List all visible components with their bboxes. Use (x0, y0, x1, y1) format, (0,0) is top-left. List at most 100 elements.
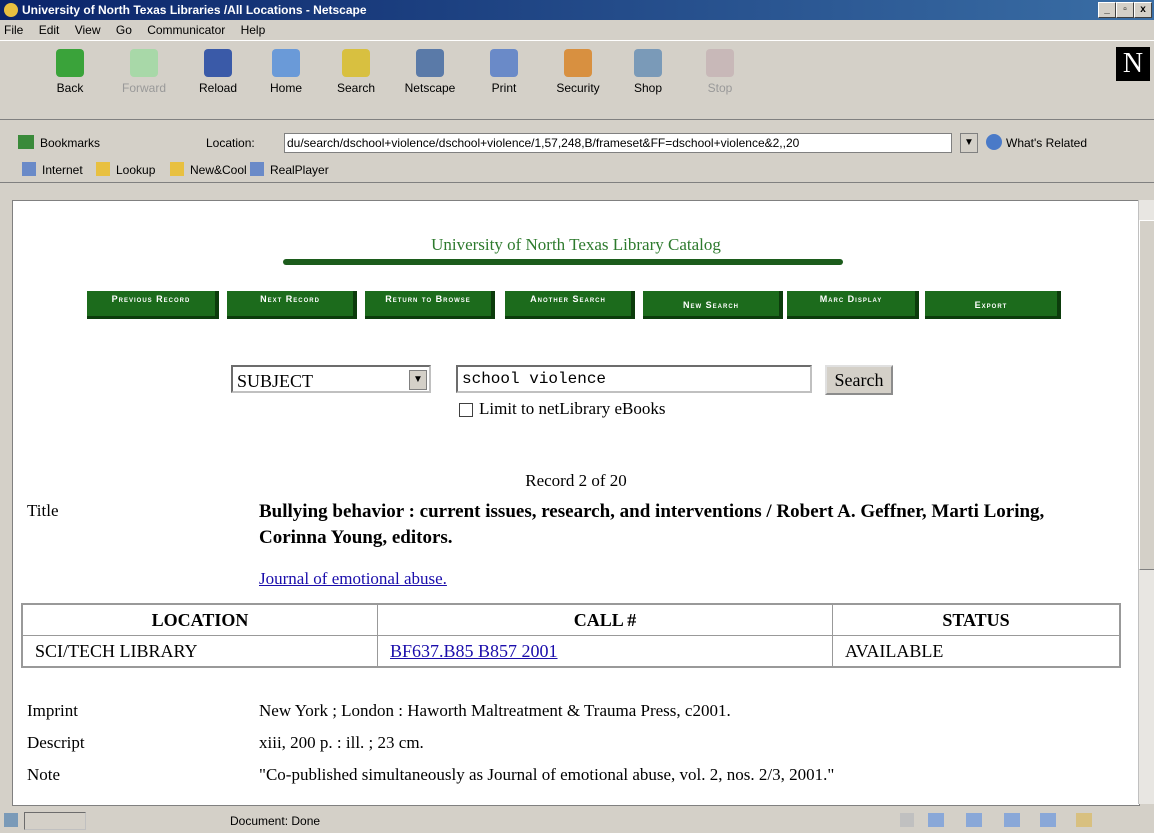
home-label: Home (269, 81, 302, 95)
navigator-icon[interactable] (928, 813, 944, 827)
mail-icon[interactable] (966, 813, 982, 827)
bookmark-page-icon (250, 162, 264, 176)
search-type-select[interactable]: SUBJECT ▼ (231, 365, 431, 393)
holdings-table: LOCATION CALL # STATUS SCI/TECH LIBRARY … (21, 603, 1121, 668)
bookmarks-icon (18, 135, 34, 149)
composer-icon[interactable] (1040, 813, 1056, 827)
globe-icon (986, 134, 1002, 150)
edit-pencil-icon[interactable] (1076, 813, 1092, 827)
previous-record-button[interactable]: Previous Record (87, 291, 219, 319)
scrollbar-thumb[interactable] (1139, 220, 1154, 570)
maximize-button[interactable]: ▫ (1116, 2, 1134, 18)
next-record-button[interactable]: Next Record (227, 291, 357, 319)
descript-value: xiii, 200 p. : ill. ; 23 cm. (259, 733, 424, 752)
search-submit-button[interactable]: Search (825, 365, 893, 395)
printer-icon (490, 49, 518, 77)
whats-related-button[interactable]: What's Related (1006, 136, 1087, 150)
progress-bar (24, 812, 86, 830)
personal-link-internet[interactable]: Internet (42, 163, 83, 177)
back-button[interactable]: Back (40, 49, 100, 119)
catalog-title: University of North Texas Library Catalo… (431, 235, 721, 254)
shopping-bag-icon (634, 49, 662, 77)
padlock-icon (564, 49, 592, 77)
stop-button[interactable]: Stop (690, 49, 750, 119)
url-dropdown-button[interactable]: ▼ (960, 133, 978, 153)
status-bar: Document: Done (0, 808, 1154, 833)
folder-icon (96, 162, 110, 176)
search-query-input[interactable]: school violence (456, 365, 812, 393)
personal-link-realplayer[interactable]: RealPlayer (270, 163, 329, 177)
bookmarks-menu[interactable]: Bookmarks (40, 136, 100, 150)
bookmark-page-icon (22, 162, 36, 176)
security-label: Security (556, 81, 600, 95)
close-button[interactable]: x (1134, 2, 1152, 18)
series-link[interactable]: Journal of emotional abuse. (259, 569, 447, 589)
netscape-label: Netscape (404, 81, 456, 95)
status-text: Document: Done (230, 814, 321, 828)
menu-go[interactable]: Go (116, 23, 132, 37)
location-header: LOCATION (21, 603, 378, 636)
imprint-label: Imprint (27, 701, 78, 720)
netscape-app-icon (4, 3, 18, 17)
stop-label: Stop (707, 81, 733, 95)
forward-arrow-icon (130, 49, 158, 77)
stop-icon (706, 49, 734, 77)
location-toolbar: Bookmarks Location: du/search/dschool+vi… (0, 130, 1154, 156)
reload-label: Reload (198, 81, 238, 95)
forward-button[interactable]: Forward (114, 49, 174, 119)
netscape-button[interactable]: Netscape (400, 49, 460, 119)
forward-label: Forward (121, 81, 166, 95)
menu-view[interactable]: View (75, 23, 101, 37)
navigation-toolbar: Back Forward Reload Home Search Netscape… (0, 40, 1154, 120)
menu-file[interactable]: File (4, 23, 23, 37)
discussion-icon[interactable] (1004, 813, 1020, 827)
limit-ebooks-checkbox[interactable] (459, 403, 473, 417)
security-button[interactable]: Security (548, 49, 608, 119)
record-counter: Record 2 of 20 (525, 471, 627, 490)
imprint-value: New York ; London : Haworth Maltreatment… (259, 701, 731, 720)
shop-button[interactable]: Shop (618, 49, 678, 119)
reload-button[interactable]: Reload (188, 49, 248, 119)
location-cell: SCI/TECH LIBRARY (21, 635, 378, 668)
menu-edit[interactable]: Edit (39, 23, 60, 37)
personal-toolbar: Internet Lookup New&Cool RealPlayer (0, 158, 1154, 183)
window-title: University of North Texas Libraries /All… (22, 3, 367, 17)
another-search-button[interactable]: Another Search (505, 291, 635, 319)
search-icon (342, 49, 370, 77)
reload-icon (204, 49, 232, 77)
personal-link-newcool[interactable]: New&Cool (190, 163, 247, 177)
limit-ebooks-label: Limit to netLibrary eBooks (479, 399, 666, 418)
personal-link-lookup[interactable]: Lookup (116, 163, 155, 177)
marc-display-button[interactable]: Marc Display (787, 291, 919, 319)
back-arrow-icon (56, 49, 84, 77)
folder-icon (170, 162, 184, 176)
menu-bar: File Edit View Go Communicator Help (0, 20, 1154, 40)
back-label: Back (56, 81, 84, 95)
print-button[interactable]: Print (474, 49, 534, 119)
vertical-scrollbar[interactable] (1138, 200, 1154, 804)
status-header: STATUS (832, 603, 1121, 636)
title-value: Bullying behavior : current issues, rese… (259, 501, 1045, 548)
home-icon (272, 49, 300, 77)
note-value: "Co-published simultaneously as Journal … (259, 765, 835, 784)
descript-label: Descript (27, 733, 85, 752)
home-button[interactable]: Home (256, 49, 316, 119)
url-input[interactable]: du/search/dschool+violence/dschool+viole… (284, 133, 952, 153)
call-number-link[interactable]: BF637.B85 B857 2001 (390, 641, 558, 661)
security-lock-icon (4, 813, 18, 827)
export-button[interactable]: Export (925, 291, 1061, 319)
search-label: Search (336, 81, 376, 95)
window-title-bar: University of North Texas Libraries /All… (0, 0, 1154, 20)
netscape-logo[interactable]: N (1116, 47, 1150, 81)
title-label: Title (27, 501, 59, 520)
minimize-button[interactable]: _ (1098, 2, 1116, 18)
new-search-button[interactable]: New Search (643, 291, 783, 319)
menu-communicator[interactable]: Communicator (147, 23, 225, 37)
select-arrow-icon: ▼ (409, 370, 427, 390)
menu-help[interactable]: Help (241, 23, 266, 37)
search-button[interactable]: Search (326, 49, 386, 119)
location-label: Location: (206, 136, 255, 150)
return-to-browse-button[interactable]: Return to Browse (365, 291, 495, 319)
page-content: University of North Texas Library Catalo… (12, 200, 1140, 806)
netscape-icon (416, 49, 444, 77)
